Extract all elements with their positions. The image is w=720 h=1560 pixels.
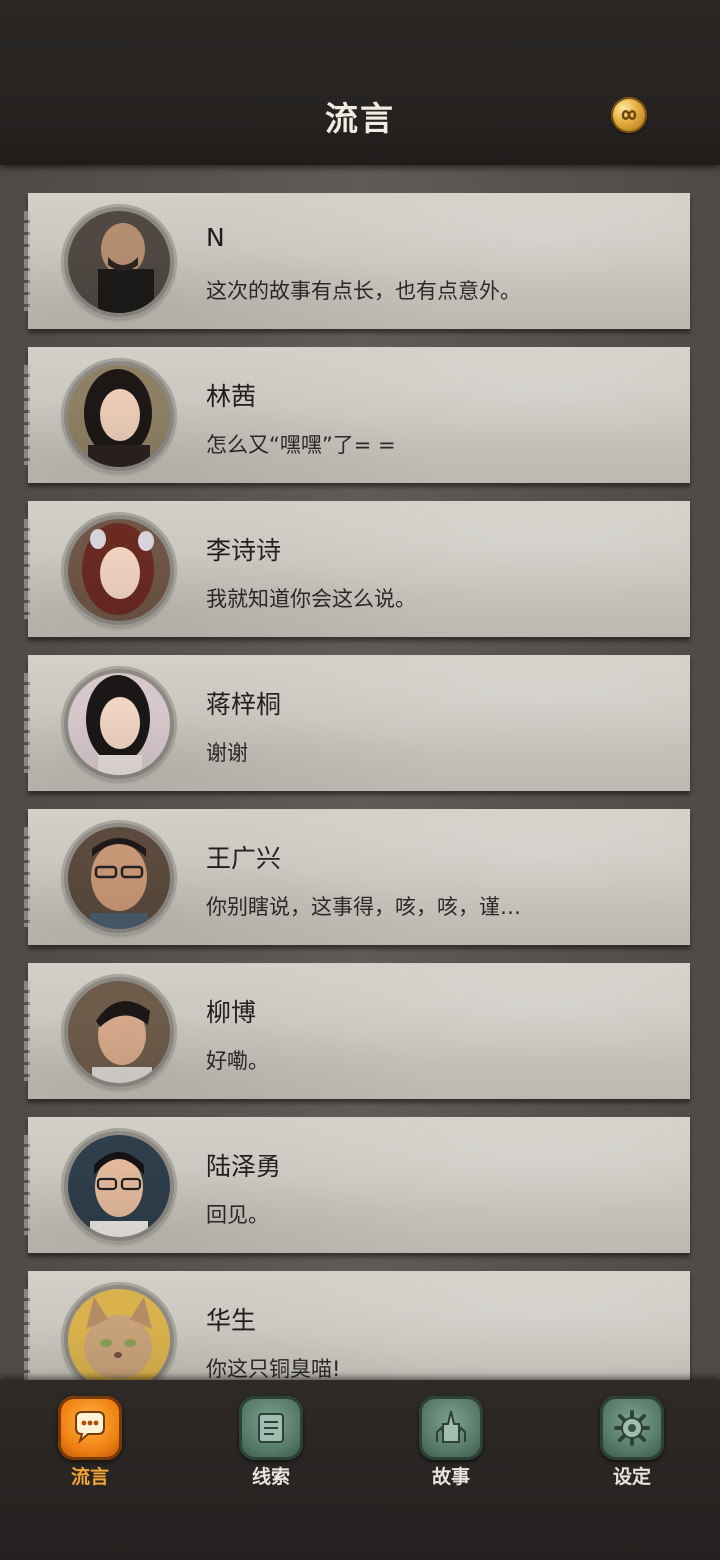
tab-story[interactable]: 故事 — [406, 1396, 496, 1496]
tab-settings[interactable]: 设定 — [587, 1396, 677, 1496]
contact-message: 我就知道你会这么说。 — [206, 587, 416, 611]
list-item[interactable]: 蒋梓桐 谢谢 — [24, 655, 690, 791]
contact-message: 谢谢 — [206, 741, 248, 765]
contact-name: 蒋梓桐 — [206, 690, 282, 719]
avatar — [64, 669, 174, 779]
contact-name: 王广兴 — [206, 844, 282, 873]
contact-message: 好嘞。 — [206, 1049, 269, 1073]
avatar — [64, 515, 174, 625]
list-item[interactable]: 华生 你这只铜臭喵! — [24, 1271, 690, 1380]
avatar — [64, 823, 174, 933]
list-item[interactable]: 柳博 好嘞。 — [24, 963, 690, 1099]
contact-name: 陆泽勇 — [206, 1152, 282, 1181]
list-item[interactable]: 李诗诗 我就知道你会这么说。 — [24, 501, 690, 637]
contact-message: 你别瞎说，这事得，咳，咳，谨… — [206, 895, 521, 919]
chat-bubble-icon — [58, 1396, 122, 1460]
tab-label: 设定 — [612, 1466, 651, 1488]
avatar — [64, 1285, 174, 1380]
scroll-icon — [239, 1396, 303, 1460]
contact-name: 林茜 — [206, 382, 257, 411]
contact-list[interactable]: N 这次的故事有点长，也有点意外。 林茜 怎么又“嘿嘿”了= = 李诗诗 我就知… — [0, 165, 720, 1380]
app-header: 流言 — [0, 0, 720, 165]
list-item[interactable]: 林茜 怎么又“嘿嘿”了= = — [24, 347, 690, 483]
contact-message: 回见。 — [206, 1203, 269, 1227]
avatar — [64, 207, 174, 317]
avatar — [64, 1131, 174, 1241]
list-item[interactable]: 王广兴 你别瞎说，这事得，咳，咳，谨… — [24, 809, 690, 945]
tower-icon — [419, 1396, 483, 1460]
contact-name: N — [206, 223, 225, 252]
infinity-coin-icon[interactable] — [611, 97, 647, 133]
contact-message: 你这只铜臭喵! — [206, 1357, 341, 1380]
tab-label: 故事 — [431, 1466, 470, 1488]
gear-icon — [600, 1396, 664, 1460]
avatar — [64, 977, 174, 1087]
tab-clues[interactable]: 线索 — [226, 1396, 316, 1496]
tab-label: 流言 — [70, 1466, 109, 1488]
avatar — [64, 361, 174, 471]
tab-rumors[interactable]: 流言 — [45, 1396, 135, 1496]
bottom-tab-bar: 流言 线索 故事 设定 — [0, 1380, 720, 1560]
list-item[interactable]: N 这次的故事有点长，也有点意外。 — [24, 193, 690, 329]
list-item[interactable]: 陆泽勇 回见。 — [24, 1117, 690, 1253]
tab-label: 线索 — [251, 1466, 290, 1488]
contact-name: 柳博 — [206, 998, 257, 1027]
contact-name: 华生 — [206, 1306, 257, 1335]
contact-message: 这次的故事有点长，也有点意外。 — [206, 279, 521, 303]
contact-name: 李诗诗 — [206, 536, 282, 565]
contact-message: 怎么又“嘿嘿”了= = — [206, 433, 396, 457]
